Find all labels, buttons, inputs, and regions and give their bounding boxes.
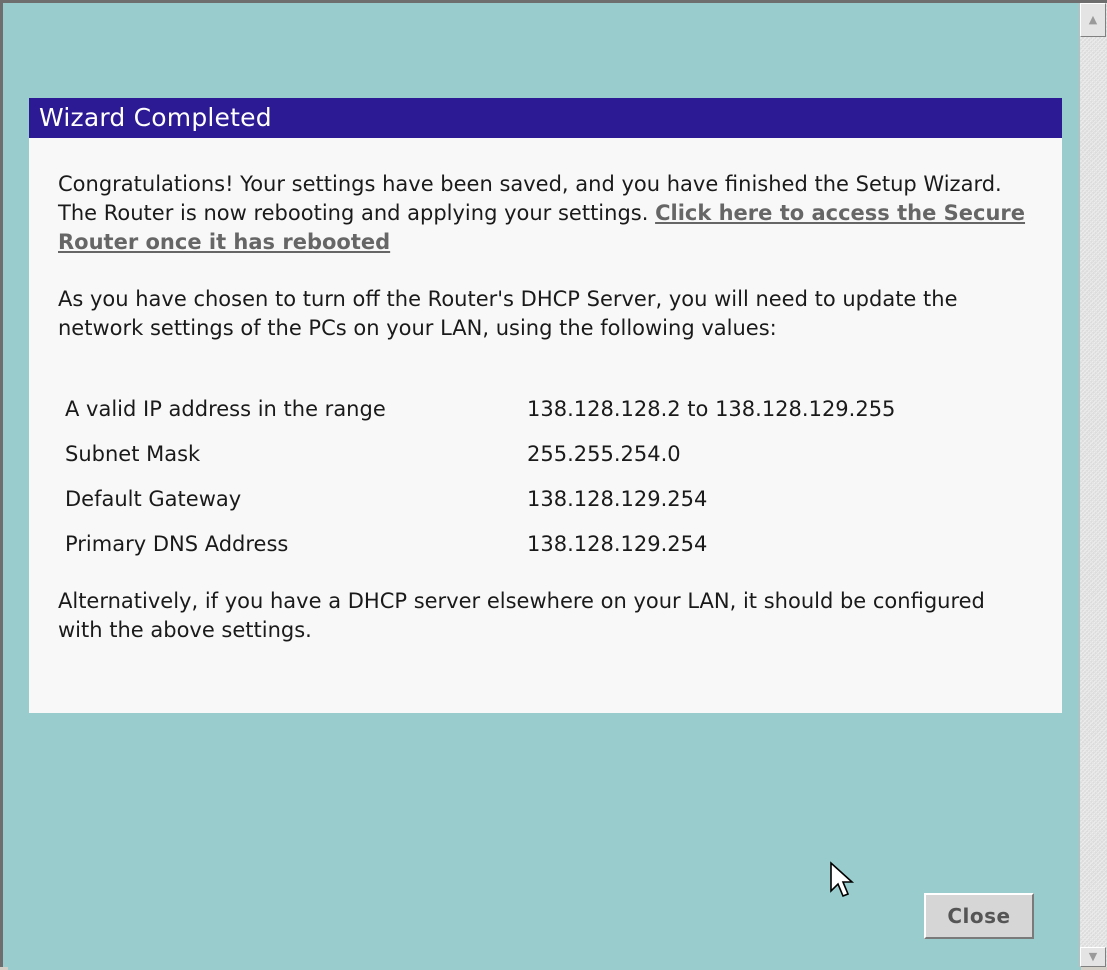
setting-label: Primary DNS Address: [65, 532, 289, 556]
panel-title: Wizard Completed: [29, 98, 1062, 138]
scroll-up-arrow-icon[interactable]: ▲: [1080, 3, 1106, 37]
wizard-panel: Congratulations! Your settings have been…: [29, 138, 1062, 713]
table-row: Primary DNS Address 138.128.129.254: [65, 522, 895, 567]
setting-value: 138.128.129.254: [527, 532, 708, 556]
table-row: A valid IP address in the range 138.128.…: [65, 387, 895, 432]
setting-value: 138.128.128.2 to 138.128.129.255: [527, 397, 896, 421]
table-row: Subnet Mask 255.255.254.0: [65, 432, 895, 477]
setting-value: 255.255.254.0: [527, 442, 681, 466]
table-row: Default Gateway 138.128.129.254: [65, 477, 895, 522]
close-button[interactable]: Close: [924, 893, 1034, 939]
dhcp-paragraph: As you have chosen to turn off the Route…: [58, 287, 958, 340]
scroll-down-arrow-icon[interactable]: ▼: [1080, 947, 1106, 967]
network-settings-table: A valid IP address in the range 138.128.…: [65, 387, 895, 567]
setting-label: Subnet Mask: [65, 442, 201, 466]
setting-value: 138.128.129.254: [527, 487, 708, 511]
mouse-pointer-icon: [830, 861, 855, 898]
alternative-paragraph: Alternatively, if you have a DHCP server…: [58, 589, 985, 642]
setting-label: A valid IP address in the range: [65, 397, 386, 421]
intro-paragraph: Congratulations! Your settings have been…: [58, 170, 1034, 257]
vertical-scrollbar[interactable]: ▲ ▼: [1079, 3, 1107, 967]
wizard-window: Wizard Completed Congratulations! Your s…: [0, 0, 1107, 970]
setting-label: Default Gateway: [65, 487, 242, 511]
